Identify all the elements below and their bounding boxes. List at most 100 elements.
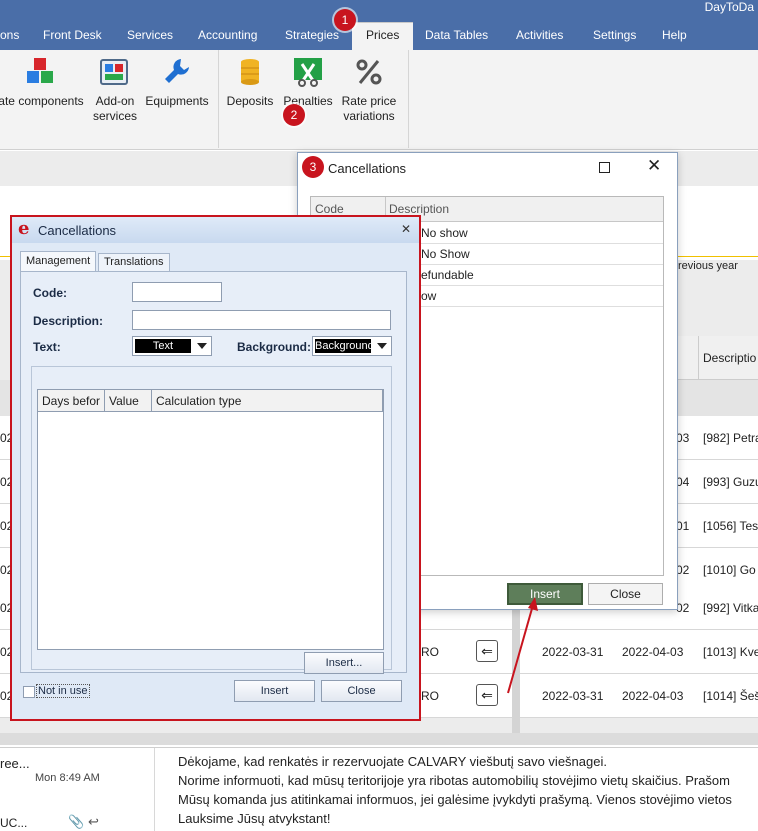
ribbon-separator — [218, 50, 219, 148]
mail-sender-prefix: UC... — [0, 816, 28, 830]
list-window-title: Cancellations — [328, 161, 407, 176]
checkin-icon[interactable]: ⇐ — [476, 684, 498, 706]
row-cell: [982] Petra — [703, 431, 758, 445]
row-cell: [992] Vitka — [703, 601, 758, 615]
mail-line: Dėkojame, kad renkatės ir rezervuojate C… — [178, 754, 607, 769]
code-field[interactable] — [132, 282, 222, 302]
close-icon[interactable]: ✕ — [647, 157, 661, 175]
tab-help[interactable]: Help — [656, 26, 693, 50]
edit-dialog-title: Cancellations — [38, 223, 117, 238]
rate-price-variations-button[interactable]: Rate price variations — [336, 56, 402, 124]
percent-icon — [353, 56, 385, 88]
components-label: ate components — [0, 94, 84, 108]
not-in-use-checkbox[interactable] — [23, 686, 35, 698]
column-code: Code — [315, 202, 344, 216]
description-field[interactable] — [132, 310, 391, 330]
close-button[interactable]: Close — [588, 583, 663, 605]
not-in-use-label: Not in use — [36, 684, 90, 698]
chevron-down-icon — [377, 343, 387, 349]
penalties-button[interactable]: Penalties — [280, 56, 336, 109]
callout-3: 3 — [302, 156, 324, 178]
close-icon[interactable]: ✕ — [401, 222, 411, 236]
app-title: DayToDa — [704, 0, 754, 14]
row-description: No Show — [421, 247, 470, 261]
edit-dialog-titlebar: e Cancellations ✕ — [12, 217, 419, 243]
close-button[interactable]: Close — [321, 680, 402, 702]
horizontal-scrollbar[interactable] — [0, 733, 758, 745]
row-cell: [1013] Kve — [703, 645, 758, 659]
row-cell: 01 — [676, 519, 690, 533]
mail-line: Mūsų komanda jus atitinkamai informuos, … — [178, 792, 732, 807]
text-label: Text: — [33, 340, 61, 354]
attachment-icon: 📎 — [68, 814, 85, 829]
departure-cell: 2022-04-03 — [622, 645, 684, 659]
column-days-before: Days befor — [38, 390, 105, 412]
rate-price-variations-label: Rate price variations — [341, 94, 397, 123]
reply-icon[interactable]: ↩ — [88, 814, 99, 830]
arrival-cell: 2022-03-31 — [542, 689, 604, 703]
row-cell: RO — [421, 645, 439, 659]
row-description: No show — [421, 226, 468, 240]
tab-translations[interactable]: Translations — [98, 253, 170, 271]
departure-cell: 2022-04-03 — [622, 689, 684, 703]
wrench-icon — [161, 56, 193, 88]
maximize-icon[interactable] — [599, 162, 610, 173]
row-cell: [993] Guzu — [703, 475, 758, 489]
insert-button[interactable]: Insert — [234, 680, 315, 702]
equipments-button[interactable]: Equipments — [143, 56, 211, 109]
ribbon: ate components Add-on services Equipment… — [0, 50, 758, 150]
grid-insert-button[interactable]: Insert... — [304, 652, 384, 674]
tab-management[interactable]: Management — [20, 251, 97, 272]
callout-2: 2 — [283, 104, 305, 126]
text-color-swatch: Text — [135, 339, 191, 353]
tab-activities[interactable]: Activities — [510, 26, 569, 50]
code-label: Code: — [33, 286, 67, 300]
equipments-label: Equipments — [145, 94, 209, 108]
row-cell: RO — [421, 689, 439, 703]
background-color-select[interactable]: Background — [312, 336, 392, 356]
tab-data-tables[interactable]: Data Tables — [419, 26, 494, 50]
mail-line: Lauksime Jūsų atvykstant! — [178, 811, 331, 826]
text-color-select[interactable]: Text — [132, 336, 212, 356]
mail-preview-pane: ree... Mon 8:49 AM UC... 📎 ↩ Dėkojame, k… — [0, 747, 758, 831]
row-description: efundable — [421, 268, 474, 282]
addon-services-icon — [99, 56, 131, 88]
tab-prices[interactable]: Prices — [352, 22, 414, 50]
deposits-button[interactable]: Deposits — [222, 56, 278, 109]
mail-list-item[interactable]: ree... Mon 8:49 AM UC... 📎 ↩ — [0, 748, 155, 831]
components-button[interactable]: ate components — [0, 56, 86, 109]
background-label: Background: — [237, 340, 312, 354]
mail-body: Dėkojame, kad renkatės ir rezervuojate C… — [178, 752, 758, 828]
management-tab-page: Code: Description: Text: Text Background… — [20, 271, 407, 674]
description-label: Description: — [33, 314, 104, 328]
column-calculation-type: Calculation type — [152, 390, 383, 412]
chevron-down-icon — [197, 343, 207, 349]
row-cell: 02 — [676, 601, 690, 615]
addon-services-button[interactable]: Add-on services — [88, 56, 142, 124]
app-logo-icon: e — [18, 218, 30, 239]
list-window-titlebar: Cancellations ✕ — [298, 153, 677, 185]
column-description: Description — [389, 202, 450, 216]
mail-sender: ree... — [0, 756, 30, 771]
row-cell: [1014] Šeš — [703, 689, 758, 703]
table-header: Days befor Value Calculation type — [38, 390, 383, 412]
row-cell: [1056] Tes — [703, 519, 758, 533]
deposits-label: Deposits — [226, 94, 274, 108]
row-description: ow — [421, 289, 437, 303]
arrival-cell: 2022-03-31 — [542, 645, 604, 659]
cancellations-edit-dialog: e Cancellations ✕ Management Translation… — [10, 215, 421, 721]
penalty-rules-table: Days befor Value Calculation type — [37, 389, 384, 650]
menu-bar: DayToDa ons Front Desk Services Accounti… — [0, 0, 758, 50]
background-color-swatch: Background — [315, 339, 374, 353]
ribbon-separator — [408, 50, 409, 148]
tab-ons[interactable]: ons — [0, 26, 25, 50]
tab-strategies[interactable]: Strategies — [279, 26, 345, 50]
tab-front-desk[interactable]: Front Desk — [37, 26, 108, 50]
tab-services[interactable]: Services — [121, 26, 179, 50]
checkin-icon[interactable]: ⇐ — [476, 640, 498, 662]
tab-settings[interactable]: Settings — [587, 26, 642, 50]
column-value: Value — [105, 390, 152, 412]
mail-line: Norime informuoti, kad mūsų teritorijoje… — [178, 773, 730, 788]
tab-accounting[interactable]: Accounting — [192, 26, 263, 50]
annotation-arrow — [507, 597, 538, 694]
